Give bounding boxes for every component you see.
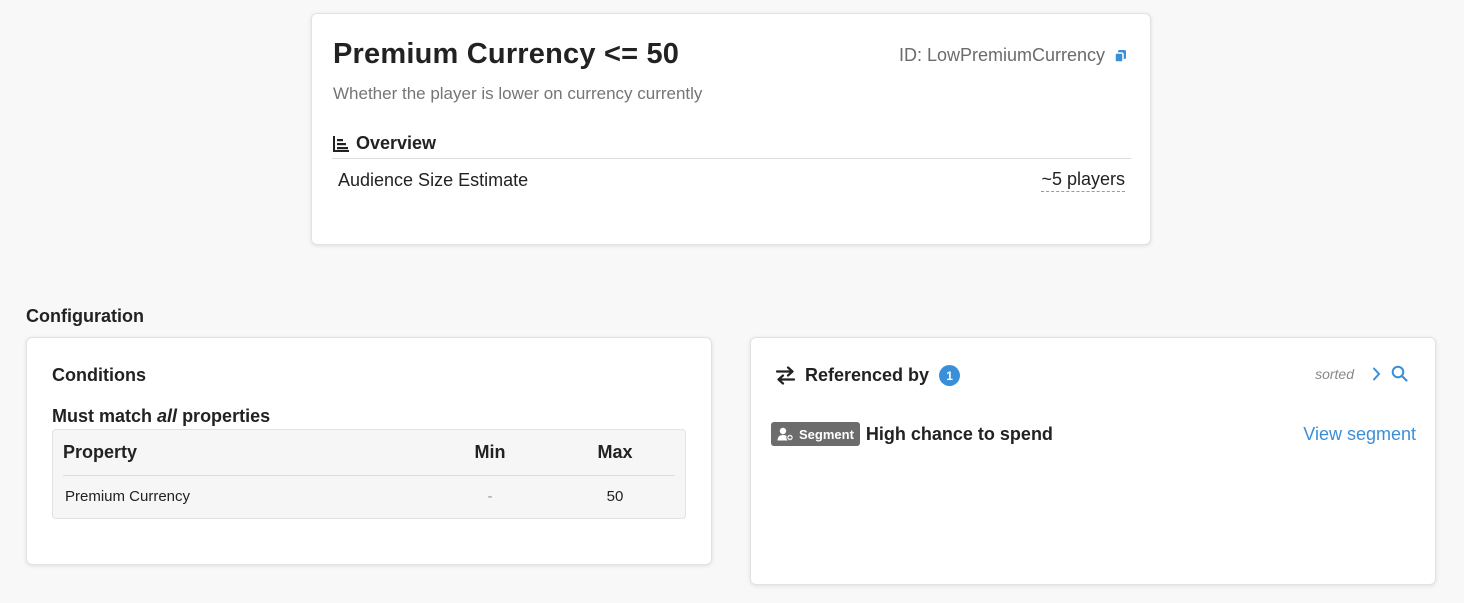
audience-size-label: Audience Size Estimate (338, 170, 529, 190)
audience-size-row: Audience Size Estimate ~5 players (338, 169, 1125, 192)
match-mode: all (157, 406, 178, 426)
search-icon[interactable] (1391, 365, 1408, 382)
table-row: Premium Currency - 50 (63, 475, 675, 517)
view-segment-link[interactable]: View segment (1303, 424, 1416, 445)
chevron-right-icon[interactable] (1372, 367, 1381, 381)
segment-id: ID: LowPremiumCurrency (899, 45, 1127, 66)
referenced-by-card: Referenced by 1 sorted Segment High chan… (750, 337, 1436, 585)
reference-item-left: Segment High chance to spend (771, 422, 1053, 446)
chart-icon (332, 135, 350, 153)
conditions-title: Conditions (52, 365, 146, 385)
property-max: 50 (606, 487, 624, 505)
sort-indicator: sorted (1315, 365, 1354, 382)
user-group-icon (777, 427, 794, 441)
configuration-heading: Configuration (26, 306, 144, 326)
table-header-row: Property Min Max (63, 430, 675, 476)
column-header-property: Property (63, 430, 425, 476)
segment-type-badge: Segment (771, 422, 860, 446)
reference-count-badge: 1 (939, 365, 961, 386)
referenced-by-tools: sorted (1315, 365, 1408, 382)
column-header-max: Max (555, 430, 675, 476)
referenced-by-title: Referenced by (805, 365, 930, 385)
properties-table: Property Min Max Premium Currency - 50 (52, 429, 686, 519)
segment-type-label: Segment (799, 426, 854, 442)
property-name: Premium Currency (65, 487, 191, 505)
page-title: Premium Currency <= 50 (333, 38, 680, 70)
segment-name: High chance to spend (865, 423, 1053, 444)
property-min: - (487, 487, 493, 505)
overview-heading: Overview (332, 133, 1131, 159)
referenced-by-heading: Referenced by 1 (775, 365, 961, 386)
segment-id-label: ID: LowPremiumCurrency (898, 45, 1105, 65)
conditions-card: Conditions Must match all properties Pro… (26, 337, 712, 565)
copy-icon[interactable] (1114, 49, 1127, 63)
overview-title: Overview (356, 133, 437, 153)
match-prefix: Must match (52, 406, 153, 426)
swap-arrows-icon (775, 366, 796, 385)
match-rule: Must match all properties (52, 406, 270, 427)
column-header-min: Min (425, 430, 555, 476)
list-item: Segment High chance to spend View segmen… (771, 422, 1416, 446)
page-subtitle: Whether the player is lower on currency … (333, 84, 703, 103)
segment-summary-card: Premium Currency <= 50 ID: LowPremiumCur… (311, 13, 1151, 245)
match-suffix: properties (182, 406, 271, 426)
audience-size-value[interactable]: ~5 players (1041, 169, 1125, 192)
